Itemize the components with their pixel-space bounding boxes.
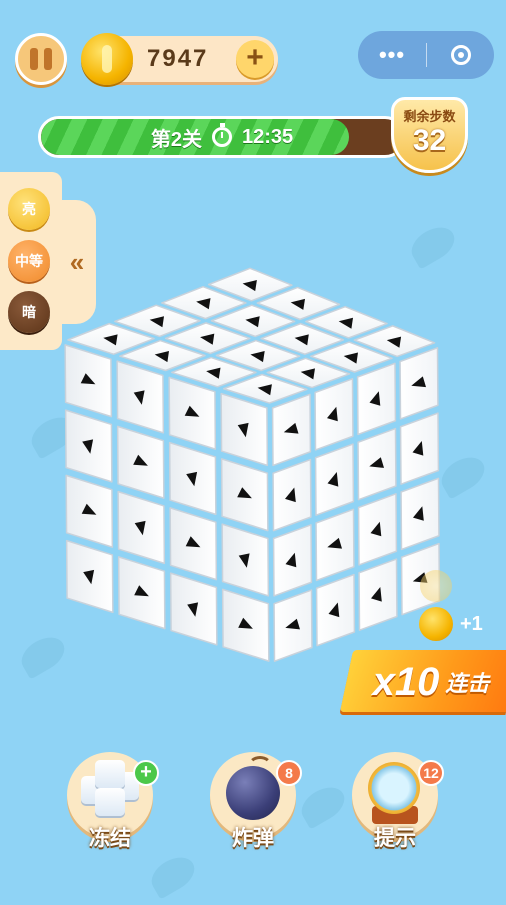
cube-blocks[interactable] bbox=[64, 267, 441, 662]
hint-tool-button[interactable]: 提示 12 bbox=[352, 752, 444, 850]
coin-icon bbox=[420, 570, 452, 602]
hint-count-badge: 12 bbox=[418, 760, 444, 786]
coin-reward-text: +1 bbox=[460, 613, 483, 635]
coin-icon bbox=[419, 607, 453, 641]
combo-multiplier: x10 bbox=[372, 659, 440, 704]
combo-label: 连击 bbox=[445, 671, 490, 696]
bomb-count-badge: 8 bbox=[276, 760, 302, 786]
bomb-tool-button[interactable]: 炸弹 8 bbox=[210, 752, 302, 850]
freeze-tool-button[interactable]: 冻结 + bbox=[67, 752, 159, 850]
combo-text: x10 连击 bbox=[356, 652, 506, 712]
tool-label: 冻结 bbox=[89, 827, 131, 850]
tool-label: 提示 bbox=[374, 827, 416, 850]
add-freeze-button[interactable]: + bbox=[133, 760, 159, 786]
tool-label: 炸弹 bbox=[232, 827, 274, 850]
magnifier-icon bbox=[368, 762, 420, 814]
bomb-fuse bbox=[248, 756, 272, 776]
